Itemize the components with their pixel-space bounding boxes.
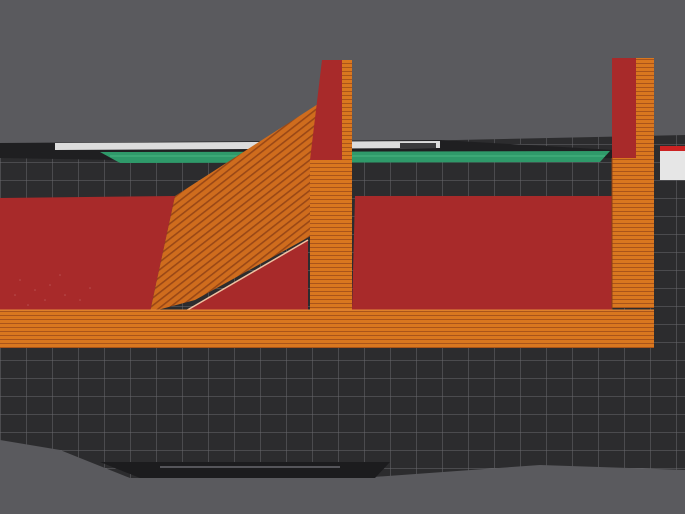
part-divider-wall [310, 60, 352, 312]
print-preview-scene[interactable] [0, 0, 685, 514]
3d-viewport[interactable] [0, 0, 685, 514]
part-front-wall [0, 309, 654, 348]
part-right-floor [352, 196, 612, 310]
bed-front-notch [100, 462, 390, 478]
part-right-wall [611, 58, 654, 310]
part-left-floor [0, 196, 175, 314]
